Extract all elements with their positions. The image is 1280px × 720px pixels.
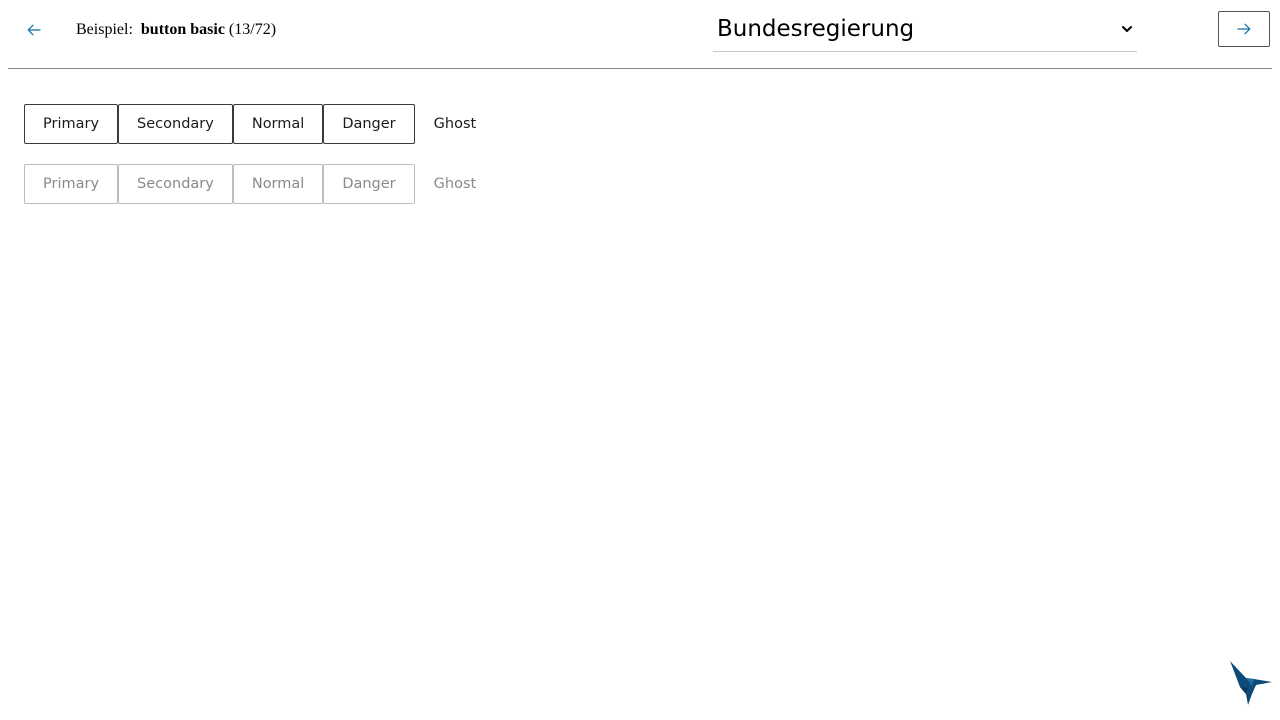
example-prefix: Beispiel: (76, 21, 133, 38)
chevron-down-icon (1122, 26, 1132, 32)
next-example-button[interactable] (1218, 11, 1270, 47)
danger-button-disabled: Danger (323, 164, 415, 204)
ghost-button[interactable]: Ghost (414, 104, 496, 144)
ghost-button-disabled: Ghost (414, 164, 496, 204)
danger-button[interactable]: Danger (323, 104, 415, 144)
secondary-button[interactable]: Secondary (118, 104, 233, 144)
arrow-left-icon (27, 24, 41, 36)
hummingbird-logo-icon (1230, 661, 1272, 705)
primary-button[interactable]: Primary (24, 104, 119, 144)
primary-button-disabled: Primary (24, 164, 119, 204)
normal-button-disabled: Normal (232, 164, 324, 204)
example-name: button basic (140, 21, 225, 38)
disabled-button-row: Primary Secondary Normal Danger Ghost (24, 164, 496, 204)
theme-select-value: Bundesregierung (717, 16, 915, 42)
example-title: Beispiel: button basic (13/72) (76, 20, 276, 40)
example-counter: (13/72) (228, 21, 277, 38)
normal-button[interactable]: Normal (232, 104, 324, 144)
enabled-button-row: Primary Secondary Normal Danger Ghost (24, 104, 496, 144)
secondary-button-disabled: Secondary (118, 164, 233, 204)
previous-example-link[interactable] (22, 18, 46, 42)
arrow-right-icon (1237, 23, 1251, 35)
example-header: Beispiel: button basic (13/72) Bundesreg… (8, 0, 1272, 69)
theme-select[interactable]: Bundesregierung (713, 10, 1137, 52)
